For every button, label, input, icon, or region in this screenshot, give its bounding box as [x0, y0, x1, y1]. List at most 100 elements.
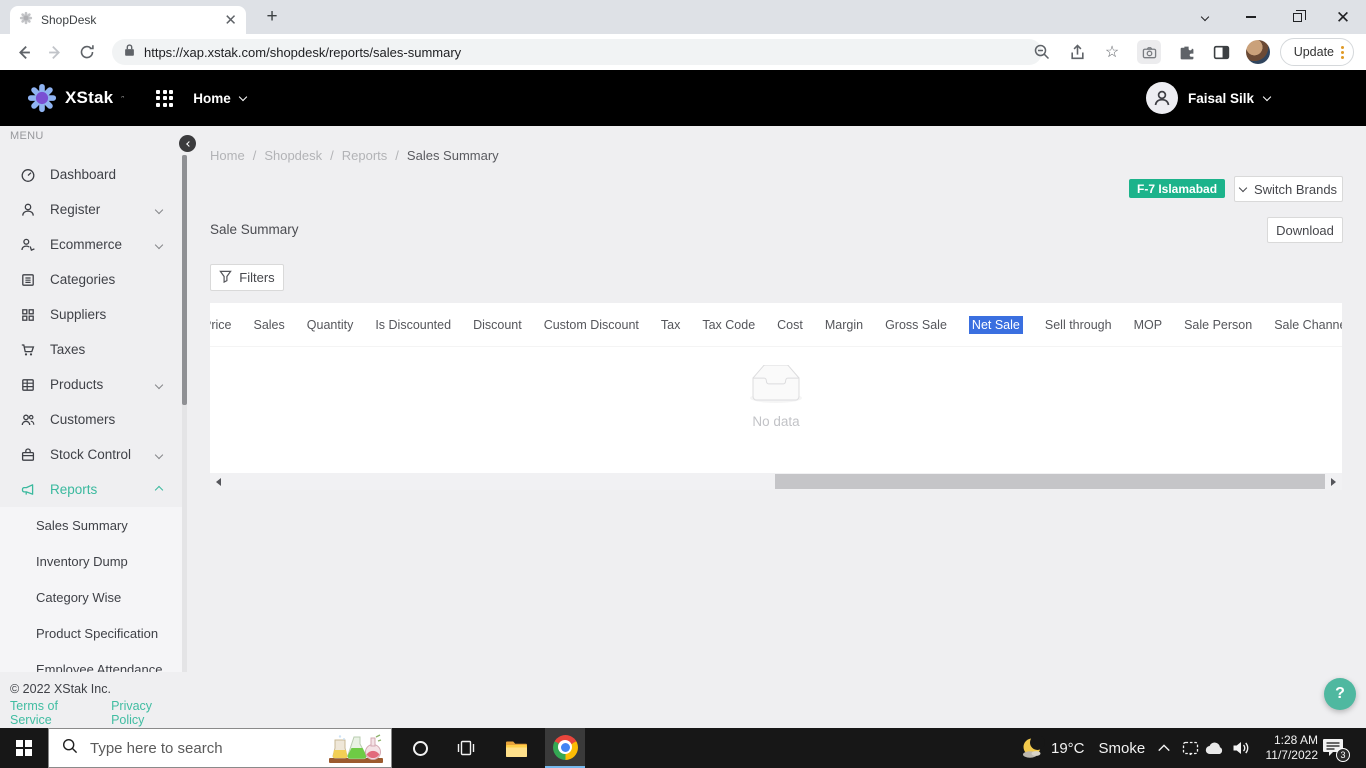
- privacy-policy-link[interactable]: Privacy Policy: [111, 699, 188, 727]
- chrome-update-button[interactable]: Update: [1279, 38, 1354, 66]
- sidebar-item-categories[interactable]: Categories: [0, 262, 182, 297]
- bookmark-star-icon[interactable]: ☆: [1102, 42, 1122, 62]
- column-header-discount[interactable]: Discount: [473, 318, 522, 332]
- zoom-out-icon[interactable]: [1032, 42, 1052, 62]
- sidebar-item-stock-control[interactable]: Stock Control: [0, 437, 182, 472]
- switch-brands-button[interactable]: Switch Brands: [1234, 176, 1343, 202]
- search-icon: [62, 738, 78, 759]
- column-header-is-discounted[interactable]: Is Discounted: [375, 318, 451, 332]
- apps-grid-icon[interactable]: [156, 89, 174, 107]
- user-avatar-icon: [1145, 82, 1178, 114]
- breadcrumb-item[interactable]: Home: [210, 148, 245, 163]
- browser-profile-avatar[interactable]: [1246, 40, 1270, 64]
- sidebar-subitem-category-wise[interactable]: Category Wise: [0, 579, 182, 615]
- sidebar-item-products[interactable]: Products: [0, 367, 182, 402]
- column-header-tax[interactable]: Tax: [661, 318, 680, 332]
- person-cart-icon: [20, 237, 36, 253]
- breadcrumb-item[interactable]: Shopdesk: [264, 148, 322, 163]
- sidebar-subitem-product-specification[interactable]: Product Specification: [0, 615, 182, 651]
- window-minimize-button[interactable]: [1228, 0, 1274, 34]
- sidebar-collapse-button[interactable]: [179, 135, 196, 152]
- window-restore-button[interactable]: [1274, 0, 1320, 34]
- taskbar-clock[interactable]: 1:28 AM 11/7/2022: [1250, 728, 1319, 768]
- scroll-left-arrow-icon[interactable]: [210, 473, 227, 490]
- sidebar-subitem-employee-attendance[interactable]: Employee Attendance: [0, 651, 182, 673]
- sidebar: MENU Dashboard Register Ecommerce Categorie…: [0, 126, 196, 728]
- onedrive-icon[interactable]: [1202, 728, 1228, 768]
- browser-tab[interactable]: ShopDesk ✕: [10, 6, 246, 34]
- sidebar-item-dashboard[interactable]: Dashboard: [0, 157, 182, 192]
- sidebar-item-taxes[interactable]: Taxes: [0, 332, 182, 367]
- sidebar-item-reports[interactable]: Reports: [0, 472, 182, 507]
- cortana-icon[interactable]: [400, 728, 440, 768]
- filters-button[interactable]: Filters: [210, 264, 284, 291]
- scroll-right-arrow-icon[interactable]: [1325, 473, 1342, 490]
- screen-clip-icon[interactable]: [1178, 728, 1202, 768]
- cart-icon: [20, 342, 36, 358]
- task-view-icon[interactable]: [446, 728, 486, 768]
- file-explorer-icon[interactable]: [496, 728, 536, 768]
- column-header-sale-channel[interactable]: Sale Channel: [1274, 318, 1342, 332]
- xstak-logo[interactable]: XStak ᵔ: [27, 83, 124, 113]
- weather-widget[interactable]: 19°C Smoke: [1051, 728, 1145, 768]
- chevron-up-icon[interactable]: [1152, 728, 1176, 768]
- sidebar-item-label: Products: [50, 377, 104, 392]
- column-header-quantity[interactable]: Quantity: [307, 318, 354, 332]
- tab-close-icon[interactable]: ✕: [224, 13, 237, 28]
- browser-titlebar: ShopDesk ✕ + ✕: [0, 0, 1366, 34]
- window-close-button[interactable]: ✕: [1320, 0, 1366, 34]
- chrome-icon[interactable]: [545, 728, 585, 768]
- column-header-sales[interactable]: Sales: [253, 318, 284, 332]
- tab-search-chevron-icon[interactable]: [1182, 0, 1228, 34]
- brand-name: XStak: [65, 88, 114, 107]
- reload-icon[interactable]: [74, 39, 100, 65]
- column-header-sale-person[interactable]: Sale Person: [1184, 318, 1252, 332]
- column-header-custom-discount[interactable]: Custom Discount: [544, 318, 639, 332]
- sidebar-subitem-sales-summary[interactable]: Sales Summary: [0, 507, 182, 543]
- back-icon[interactable]: [10, 39, 36, 65]
- column-header-cost[interactable]: Cost: [777, 318, 803, 332]
- sidebar-item-label: Register: [50, 202, 101, 217]
- breadcrumb-item[interactable]: Reports: [342, 148, 388, 163]
- notification-center-icon[interactable]: 3: [1322, 737, 1350, 762]
- windows-taskbar: Type here to search 19°C Smoke 1:28 AM 1…: [0, 728, 1366, 768]
- search-highlight-beakers-icon[interactable]: [327, 734, 385, 768]
- column-header-gross-sale[interactable]: Gross Sale: [885, 318, 947, 332]
- sidebar-scrollbar-thumb[interactable]: [182, 155, 187, 405]
- side-panel-icon[interactable]: [1211, 42, 1231, 62]
- column-header-net-sale[interactable]: Net Sale: [968, 315, 1023, 334]
- new-tab-button[interactable]: +: [260, 5, 284, 29]
- sidebar-item-suppliers[interactable]: Suppliers: [0, 297, 182, 332]
- terms-of-service-link[interactable]: Terms of Service: [10, 699, 102, 727]
- empty-inbox-icon: [750, 365, 802, 403]
- store-badge: F-7 Islamabad: [1129, 179, 1226, 198]
- column-header-sell-through[interactable]: Sell through: [1045, 318, 1112, 332]
- help-button[interactable]: ?: [1324, 678, 1356, 710]
- weather-moon-icon[interactable]: [1018, 728, 1048, 768]
- xstak-flower-icon: [27, 83, 57, 113]
- horizontal-scrollbar[interactable]: [210, 473, 1342, 490]
- download-button[interactable]: Download: [1267, 217, 1343, 243]
- sidebar-subitem-inventory-dump[interactable]: Inventory Dump: [0, 543, 182, 579]
- browser-menu-dots-icon[interactable]: [1341, 45, 1344, 59]
- sidebar-item-customers[interactable]: Customers: [0, 402, 182, 437]
- search-placeholder: Type here to search: [90, 739, 223, 757]
- address-bar[interactable]: https://xap.xstak.com/shopdesk/reports/s…: [112, 39, 1042, 65]
- column-header-margin[interactable]: Margin: [825, 318, 863, 332]
- user-menu[interactable]: Faisal Silk: [1145, 82, 1272, 114]
- sidebar-item-register[interactable]: Register: [0, 192, 182, 227]
- extensions-puzzle-icon[interactable]: [1176, 42, 1196, 62]
- camera-extension-icon[interactable]: [1137, 40, 1161, 64]
- user-name: Faisal Silk: [1187, 90, 1254, 106]
- forward-icon[interactable]: [42, 39, 68, 65]
- sidebar-item-ecommerce[interactable]: Ecommerce: [0, 227, 182, 262]
- start-button[interactable]: [0, 728, 48, 768]
- nav-home-dropdown[interactable]: Home: [193, 91, 248, 106]
- horizontal-scrollbar-thumb[interactable]: [775, 474, 1325, 489]
- report-table: Price Sales Quantity Is Discounted Discount C…: [210, 303, 1342, 490]
- taskbar-search-box[interactable]: Type here to search: [48, 728, 392, 768]
- share-icon[interactable]: [1067, 42, 1087, 62]
- column-header-mop[interactable]: MOP: [1134, 318, 1162, 332]
- column-header-price[interactable]: Price: [210, 318, 231, 332]
- column-header-tax-code[interactable]: Tax Code: [702, 318, 755, 332]
